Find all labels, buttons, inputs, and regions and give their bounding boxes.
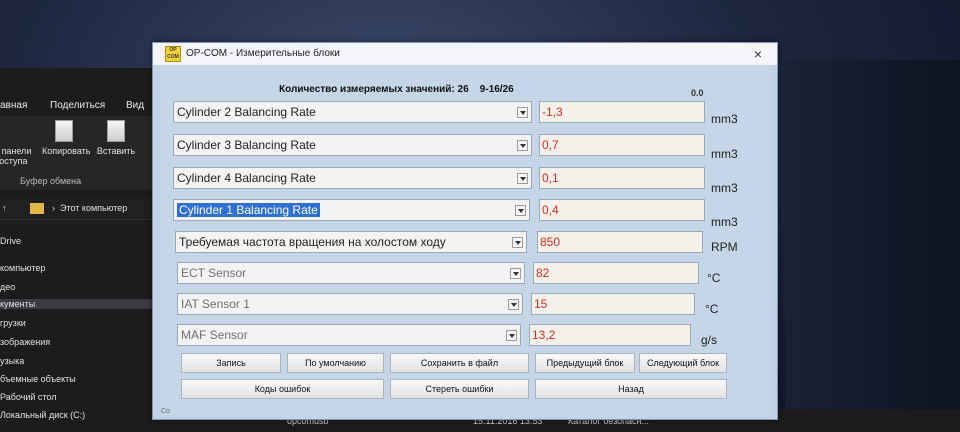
status-fragment: Co xyxy=(161,408,170,415)
file-explorer-window: авная Поделиться Вид а панели доступа Ко… xyxy=(0,68,175,432)
measurement-row: ECT Sensor 82 °C xyxy=(177,262,777,285)
pin-quick-access-button[interactable]: а панели доступа xyxy=(0,146,38,166)
chevron-down-icon[interactable] xyxy=(517,107,528,118)
parameter-unit: mm3 xyxy=(711,181,738,195)
parameter-select[interactable]: Требуемая частота вращения на холостом х… xyxy=(175,231,527,253)
breadcrumb-this-pc[interactable]: Этот компьютер xyxy=(60,203,127,213)
parameter-name: Cylinder 2 Balancing Rate xyxy=(177,105,316,119)
nav-item-video[interactable]: део xyxy=(0,282,15,292)
measurement-row: Cylinder 3 Balancing Rate 0,7 mm3 xyxy=(173,134,773,161)
copy-icon xyxy=(55,120,73,142)
parameter-value: 15 xyxy=(531,293,695,315)
parameter-unit: °C xyxy=(705,302,719,316)
next-block-button[interactable]: Следующий блок xyxy=(639,353,727,373)
chevron-down-icon[interactable] xyxy=(508,299,519,310)
clear-errors-button[interactable]: Стереть ошибки xyxy=(390,379,529,399)
nav-item-music[interactable]: узыка xyxy=(0,356,24,366)
chevron-down-icon[interactable] xyxy=(515,205,526,216)
parameter-select[interactable]: Cylinder 2 Balancing Rate xyxy=(173,101,532,123)
nav-item-downloads[interactable]: грузки xyxy=(0,318,26,328)
ribbon-tabs: авная Поделиться Вид xyxy=(0,100,175,114)
parameter-unit: g/s xyxy=(701,333,718,347)
nav-item-local-disk[interactable]: Локальный диск (C:) xyxy=(0,410,85,420)
window-title: OP-COM - Измерительные блоки xyxy=(186,48,340,59)
defaults-button[interactable]: По умолчанию xyxy=(287,353,384,373)
title-bar[interactable]: OP COM OP-COM - Измерительные блоки × xyxy=(153,43,777,65)
save-to-file-button[interactable]: Сохранить в файл xyxy=(390,353,529,373)
measurement-row: Cylinder 1 Balancing Rate 0,4 mm3 xyxy=(173,199,773,229)
parameter-name: ECT Sensor xyxy=(181,266,247,280)
parameter-name-selected: Cylinder 1 Balancing Rate xyxy=(177,203,320,217)
paste-icon xyxy=(107,120,125,142)
parameter-unit: RPM xyxy=(711,240,738,254)
parameter-value: 82 xyxy=(533,262,699,284)
parameter-value: 13,2 xyxy=(529,324,691,346)
copy-button[interactable]: Копировать xyxy=(42,120,90,156)
opcom-window: OP COM OP-COM - Измерительные блоки × Ко… xyxy=(152,42,778,420)
back-button[interactable]: Назад xyxy=(535,379,727,399)
nav-item-documents[interactable]: кументы xyxy=(0,299,175,309)
parameter-unit: mm3 xyxy=(711,147,738,161)
parameter-select[interactable]: IAT Sensor 1 xyxy=(177,293,523,315)
measurement-panel: Количество измеряемых значений: 26 9-16/… xyxy=(161,65,771,417)
parameter-unit: mm3 xyxy=(711,112,738,126)
nav-item-3d-objects[interactable]: бъемные объекты xyxy=(0,374,76,384)
ribbon-tab-home[interactable]: авная xyxy=(0,100,27,111)
close-button[interactable]: × xyxy=(749,45,767,63)
nav-item-computer[interactable]: компьютер xyxy=(0,263,45,273)
ribbon-tab-share[interactable]: Поделиться xyxy=(50,100,105,111)
parameter-select[interactable]: Cylinder 3 Balancing Rate xyxy=(173,134,532,156)
nav-item-pictures[interactable]: зображения xyxy=(0,337,50,347)
address-bar[interactable]: ↑ › Этот компьютер xyxy=(0,198,175,220)
clipboard-group-label: Буфер обмена xyxy=(20,176,82,186)
measurement-range: 9-16/26 xyxy=(479,84,514,95)
measurement-row: IAT Sensor 1 15 °C xyxy=(177,293,777,316)
breadcrumb-sep: › xyxy=(52,203,55,213)
parameter-unit: mm3 xyxy=(711,215,738,229)
measurement-row: MAF Sensor 13,2 g/s xyxy=(177,324,777,347)
parameter-name: Cylinder 4 Balancing Rate xyxy=(177,171,316,185)
header-right-value: 0.0 xyxy=(691,88,704,98)
parameter-select[interactable]: Cylinder 1 Balancing Rate xyxy=(173,199,530,221)
measurement-row: Требуемая частота вращения на холостом х… xyxy=(175,231,775,254)
parameter-select[interactable]: MAF Sensor xyxy=(177,324,521,346)
nav-item-desktop[interactable]: Рабочий стол xyxy=(0,392,57,402)
parameter-value: 0,7 xyxy=(539,134,705,156)
measurement-row: Cylinder 2 Balancing Rate -1,3 mm3 xyxy=(173,101,773,126)
parameter-name: Требуемая частота вращения на холостом х… xyxy=(179,235,446,249)
previous-block-button[interactable]: Предыдущий блок xyxy=(535,353,635,373)
parameter-select[interactable]: ECT Sensor xyxy=(177,262,525,284)
parameter-name: Cylinder 3 Balancing Rate xyxy=(177,138,316,152)
parameter-value: 0,4 xyxy=(539,199,705,221)
desktop-background-right xyxy=(785,60,960,432)
chevron-down-icon[interactable] xyxy=(510,268,521,279)
parameter-value: -1,3 xyxy=(539,101,705,123)
measurement-row: Cylinder 4 Balancing Rate 0,1 mm3 xyxy=(173,167,773,195)
parameter-unit: °C xyxy=(707,271,721,285)
paste-button[interactable]: Вставить xyxy=(94,120,138,156)
parameter-value: 0,1 xyxy=(539,167,705,189)
measurement-count-header: Количество измеряемых значений: 26 9-16/… xyxy=(279,84,514,95)
nav-item-drive[interactable]: Drive xyxy=(0,236,21,246)
ribbon-tab-view[interactable]: Вид xyxy=(126,100,144,111)
parameter-name: MAF Sensor xyxy=(181,328,248,342)
measurement-count-label: Количество измеряемых значений: 26 xyxy=(279,84,469,95)
chevron-down-icon[interactable] xyxy=(512,237,523,248)
parameter-name: IAT Sensor 1 xyxy=(181,297,250,311)
parameter-select[interactable]: Cylinder 4 Balancing Rate xyxy=(173,167,532,189)
chevron-down-icon[interactable] xyxy=(517,173,528,184)
opcom-app-icon: OP COM xyxy=(165,46,181,62)
up-arrow-icon[interactable]: ↑ xyxy=(2,203,7,213)
parameter-value: 850 xyxy=(537,231,703,253)
chevron-down-icon[interactable] xyxy=(506,330,517,341)
error-codes-button[interactable]: Коды ошибок xyxy=(181,379,384,399)
folder-icon xyxy=(30,203,44,214)
record-button[interactable]: Запись xyxy=(181,353,281,373)
chevron-down-icon[interactable] xyxy=(517,140,528,151)
